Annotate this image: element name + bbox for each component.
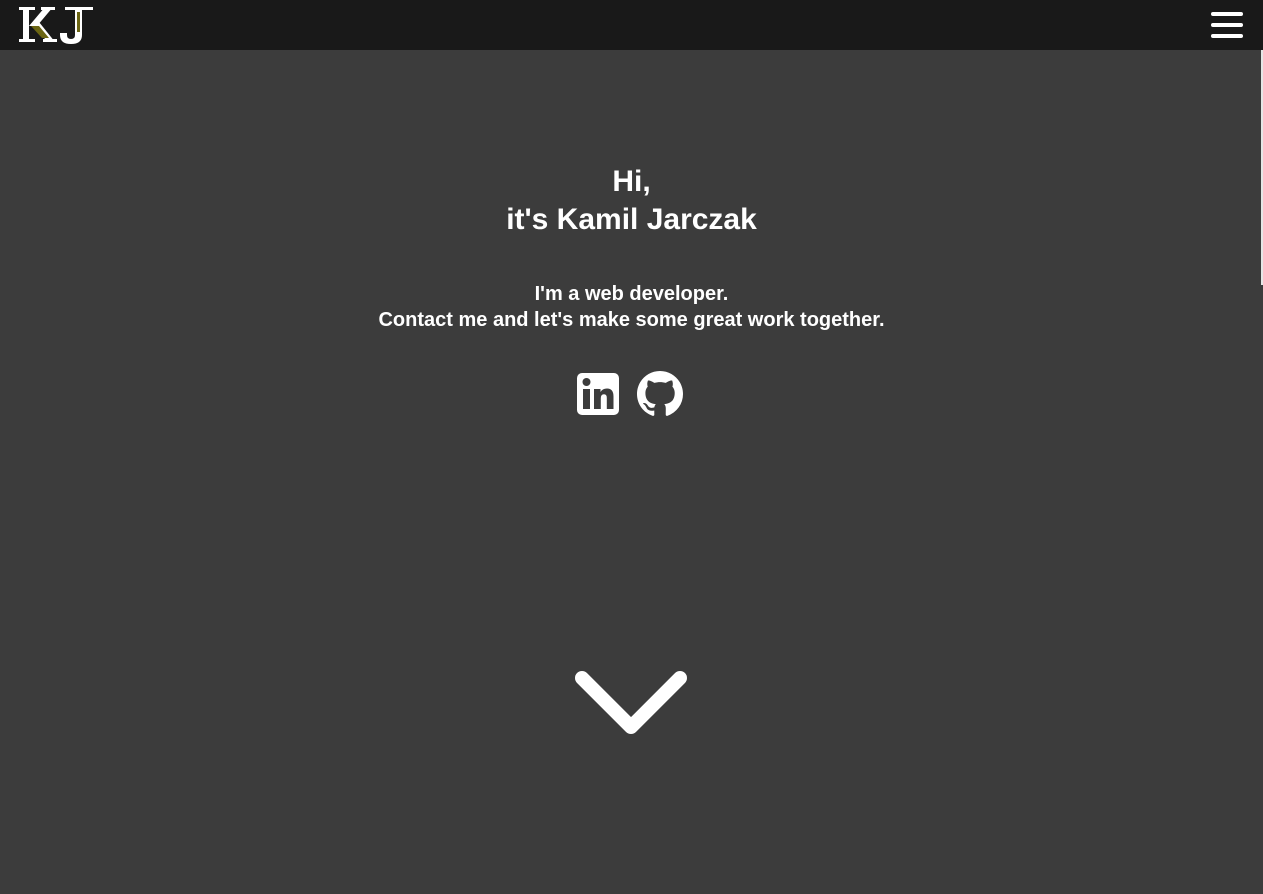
tagline-line: Contact me and let's make some great wor…: [378, 309, 885, 331]
tagline-line: I'm a web developer.: [534, 283, 729, 305]
logo-link[interactable]: [19, 4, 95, 46]
github-link[interactable]: [637, 371, 683, 422]
scroll-down-button[interactable]: [572, 668, 690, 740]
github-icon: [637, 371, 683, 416]
name-line: it's Kamil Jarczak: [506, 203, 757, 236]
social-links: [576, 371, 686, 417]
hamburger-line: [1211, 12, 1243, 16]
kj-logo-icon: [19, 7, 93, 44]
chevron-down-icon: [575, 671, 687, 734]
navbar: [0, 0, 1263, 50]
hero-tagline: I'm a web developer. Contact me and let'…: [0, 281, 1263, 333]
menu-button[interactable]: [1211, 10, 1243, 40]
linkedin-link[interactable]: [576, 371, 620, 422]
hero-title: Hi, it's Kamil Jarczak: [0, 163, 1263, 239]
hamburger-line: [1211, 34, 1243, 38]
hamburger-line: [1211, 23, 1243, 27]
greeting-line: Hi,: [612, 165, 651, 198]
linkedin-icon: [577, 373, 619, 415]
